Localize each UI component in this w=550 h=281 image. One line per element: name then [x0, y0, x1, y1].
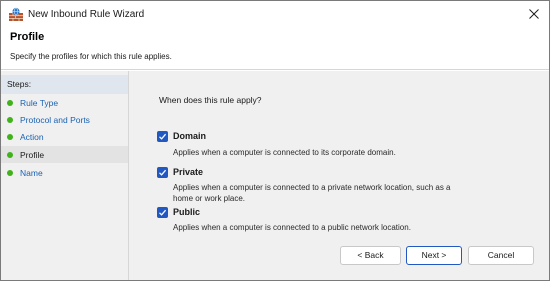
private-checkbox[interactable] [157, 167, 168, 178]
page-title: Profile [10, 31, 45, 43]
green-dot-icon [7, 100, 13, 106]
step-action[interactable]: Action [1, 128, 128, 145]
checkmark-icon [159, 209, 167, 216]
wizard-window: New Inbound Rule Wizard Profile Specify … [0, 0, 550, 281]
green-dot-icon [7, 152, 13, 158]
step-profile[interactable]: Profile [1, 146, 128, 163]
green-dot-icon [7, 117, 13, 123]
page-header: Profile Specify the profiles for which t… [1, 28, 549, 70]
public-description: Applies when a computer is connected to … [173, 223, 411, 232]
step-label: Rule Type [20, 98, 59, 108]
cancel-button[interactable]: Cancel [468, 246, 534, 265]
step-label: Profile [20, 150, 45, 160]
step-rule-type[interactable]: Rule Type [1, 94, 128, 111]
close-icon [529, 9, 539, 19]
green-dot-icon [7, 134, 13, 140]
steps-panel: Steps: Rule Type Protocol and Ports Acti… [1, 71, 129, 280]
private-label[interactable]: Private [173, 167, 203, 177]
steps-heading: Steps: [1, 75, 128, 94]
back-button[interactable]: < Back [340, 246, 401, 265]
question-text: When does this rule apply? [159, 95, 262, 105]
domain-label[interactable]: Domain [173, 131, 206, 141]
page-subtitle: Specify the profiles for which this rule… [10, 52, 172, 61]
step-label: Name [20, 168, 43, 178]
firewall-wall-icon [8, 7, 24, 22]
green-dot-icon [7, 170, 13, 176]
checkmark-icon [159, 133, 167, 140]
step-label: Protocol and Ports [20, 115, 90, 125]
step-protocol-and-ports[interactable]: Protocol and Ports [1, 111, 128, 128]
domain-description: Applies when a computer is connected to … [173, 148, 396, 157]
step-label: Action [20, 132, 44, 142]
next-button[interactable]: Next > [406, 246, 462, 265]
steps-heading-label: Steps: [7, 79, 32, 89]
close-button[interactable] [521, 4, 547, 25]
public-label[interactable]: Public [173, 207, 200, 217]
step-name[interactable]: Name [1, 164, 128, 181]
checkmark-icon [159, 169, 167, 176]
window-title: New Inbound Rule Wizard [28, 9, 145, 20]
title-bar[interactable]: New Inbound Rule Wizard [1, 1, 549, 28]
private-description: Applies when a computer is connected to … [173, 183, 451, 203]
public-checkbox[interactable] [157, 207, 168, 218]
domain-checkbox[interactable] [157, 131, 168, 142]
